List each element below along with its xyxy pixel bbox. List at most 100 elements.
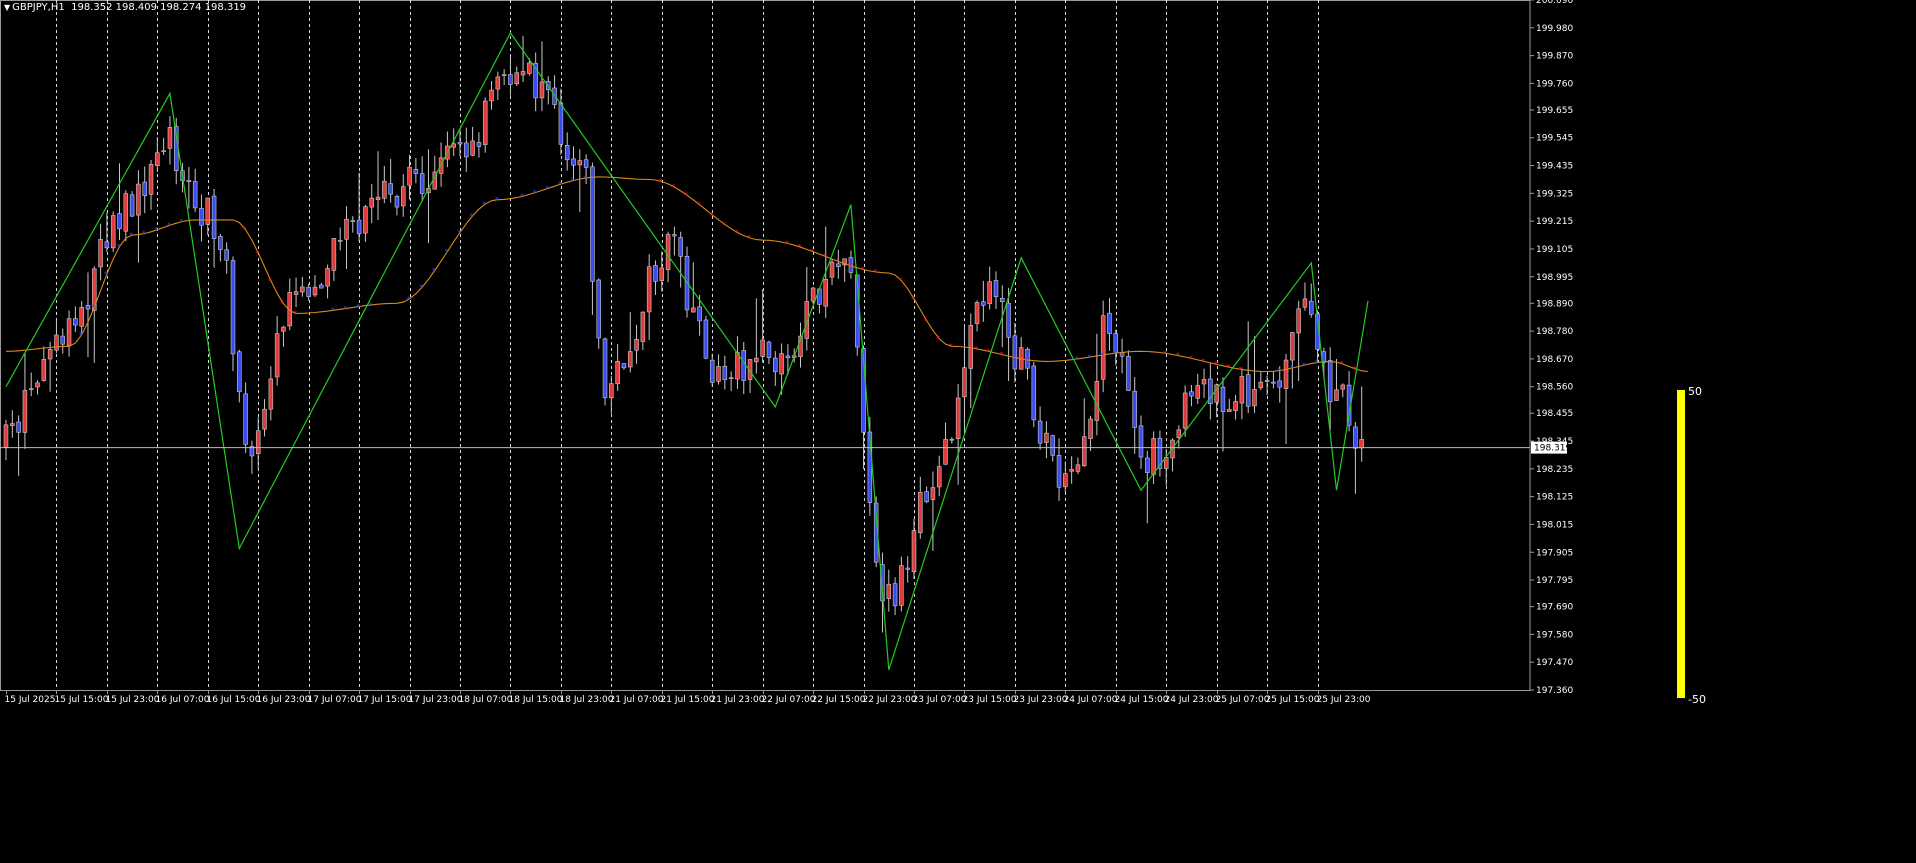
- trail-down-marker: *: [734, 228, 738, 237]
- trail-down-marker: *: [873, 268, 877, 277]
- candle: [123, 190, 129, 242]
- candle-body: [1006, 302, 1011, 338]
- candle-body: [325, 268, 330, 287]
- candle-body: [987, 281, 992, 304]
- candle-body: [672, 234, 677, 237]
- candle-body: [627, 351, 633, 368]
- candle: [1233, 394, 1238, 420]
- candle-body: [337, 239, 343, 242]
- candle-body: [993, 280, 999, 297]
- candle-body: [255, 430, 261, 455]
- candle-body: [1138, 425, 1144, 458]
- candle: [552, 75, 557, 109]
- candle-body: [621, 363, 627, 369]
- candle-body: [981, 301, 986, 306]
- candle: [892, 577, 898, 616]
- candle-body: [356, 219, 362, 235]
- candle-body: [306, 286, 311, 297]
- menu-arrow-icon[interactable]: ▼: [4, 3, 10, 12]
- candle: [911, 518, 917, 579]
- candle-body: [363, 206, 368, 234]
- candle: [1088, 415, 1093, 452]
- oscillator-bottom-label: -50: [1688, 693, 1706, 706]
- trail-up-marker: *: [571, 176, 575, 185]
- candle-body: [634, 339, 639, 351]
- price-axis-label: 199.105: [1536, 245, 1573, 255]
- trail-down-marker: *: [1012, 353, 1016, 362]
- candle: [1113, 329, 1119, 366]
- candle: [886, 569, 892, 612]
- price-axis-label: 198.235: [1536, 465, 1573, 475]
- candle: [1258, 371, 1264, 391]
- trail-down-marker: *: [671, 183, 675, 192]
- time-axis-label: 18 Jul 23:00: [560, 695, 614, 705]
- candle: [10, 410, 15, 438]
- candle: [413, 157, 419, 184]
- time-axis-label: 23 Jul 15:00: [963, 695, 1017, 705]
- candle-body: [1271, 381, 1276, 384]
- price-axis-label: 198.890: [1536, 299, 1573, 309]
- candle: [1245, 321, 1251, 414]
- trail-up-marker: *: [91, 303, 95, 312]
- candle-body: [918, 491, 923, 534]
- trail-down-marker: *: [1176, 352, 1180, 361]
- candle-body: [1308, 300, 1314, 315]
- candle: [1359, 386, 1364, 462]
- candle-body: [1290, 332, 1295, 361]
- time-axis-label: 15 Jul 2025: [5, 695, 56, 705]
- candle-body: [1277, 380, 1282, 388]
- candle: [400, 174, 406, 217]
- price-axis-label: 198.780: [1536, 327, 1573, 337]
- candle-body: [1252, 388, 1257, 407]
- trail-down-marker: *: [861, 266, 865, 275]
- trail-up-marker: *: [180, 217, 184, 226]
- candle: [1145, 450, 1150, 524]
- candle: [331, 238, 337, 281]
- candle-body: [192, 181, 198, 209]
- trail-up-marker: *: [545, 184, 549, 193]
- candle: [1227, 398, 1232, 412]
- candle: [464, 127, 469, 172]
- candle-body: [1031, 365, 1037, 421]
- price-axis-label: 200.090: [1536, 0, 1573, 6]
- candle-body: [407, 166, 412, 186]
- candle-body: [779, 353, 784, 375]
- trail-down-marker: *: [911, 295, 915, 304]
- candle-body: [1151, 438, 1156, 475]
- price-chart[interactable]: 15 Jul 2025 15 Jul 15:0015 Jul 23:0016 Ju…: [0, 0, 1916, 863]
- current-price-label: 198.319: [1534, 444, 1571, 454]
- candle-body: [1359, 439, 1364, 449]
- trail-down-marker: *: [1226, 363, 1230, 372]
- trail-up-marker: *: [1100, 351, 1104, 360]
- candle: [798, 322, 803, 368]
- price-axis-label: 197.470: [1536, 658, 1573, 668]
- candle: [672, 226, 677, 256]
- candle-body: [1239, 376, 1245, 404]
- candle: [1126, 350, 1131, 392]
- trail-up-marker: *: [142, 229, 146, 238]
- candle-body: [1201, 379, 1207, 385]
- trail-down-marker: *: [1025, 356, 1029, 365]
- candle: [804, 267, 810, 351]
- trail-down-marker: *: [999, 351, 1003, 360]
- candle: [388, 158, 393, 203]
- time-axis-label: 24 Jul 23:00: [1165, 695, 1219, 705]
- trail-down-marker: *: [722, 220, 726, 229]
- candle: [54, 318, 59, 354]
- trail-up-marker: *: [470, 212, 474, 221]
- candle: [1264, 375, 1270, 396]
- candle: [722, 355, 728, 390]
- time-axis-label: 21 Jul 15:00: [661, 695, 715, 705]
- candle: [66, 310, 72, 357]
- trail-up-marker: *: [154, 226, 158, 235]
- candle-body: [344, 218, 349, 240]
- candle: [993, 271, 999, 310]
- candle-body: [615, 361, 620, 385]
- trail-down-marker: *: [747, 234, 751, 243]
- candle-body: [375, 196, 381, 201]
- candle: [192, 168, 198, 213]
- trail-up-marker: *: [583, 174, 587, 183]
- candle: [73, 306, 78, 333]
- candle-body: [527, 62, 532, 74]
- candle-body: [943, 439, 948, 465]
